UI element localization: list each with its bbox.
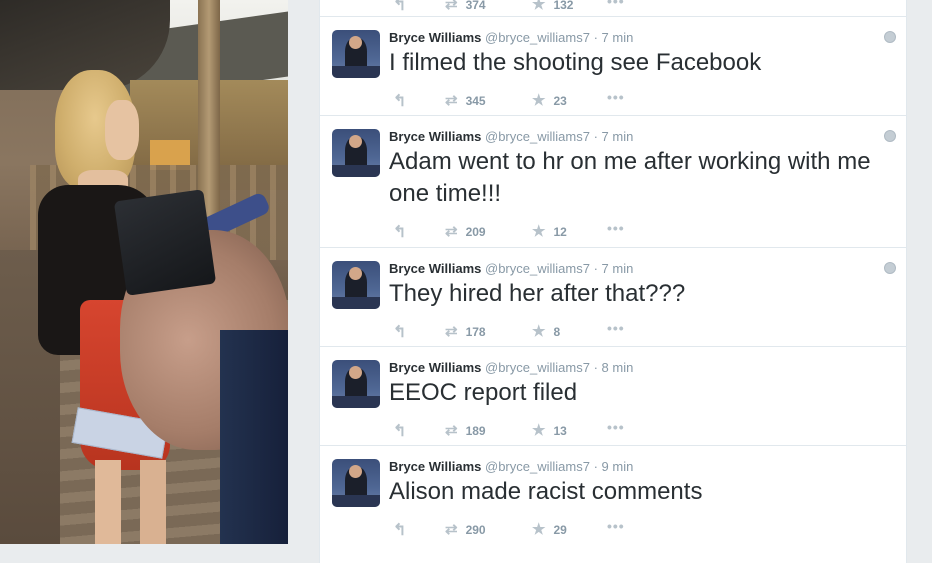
star-icon: ★	[532, 422, 546, 439]
tweet-text: Alison made racist comments	[389, 478, 703, 505]
globe-icon	[884, 130, 896, 142]
retweet-button[interactable]: ⇄ 178	[445, 322, 486, 340]
tweet-timeline: ↰ ⇄ 374 ★ 132 ••• Bryce Williams @bryce_wi…	[319, 0, 907, 563]
favorite-button[interactable]: ★ 13	[532, 421, 567, 439]
tweet-header: Bryce Williams @bryce_williams7 · 7 min	[389, 128, 633, 146]
star-icon: ★	[532, 521, 546, 538]
favorite-button[interactable]: ★ 23	[532, 91, 567, 109]
favorite-button[interactable]: ★ 8	[532, 322, 560, 340]
favorite-count: 13	[553, 424, 567, 438]
favorite-count: 132	[553, 0, 574, 12]
reply-icon[interactable]: ↰	[393, 421, 406, 441]
reply-icon[interactable]: ↰	[393, 520, 406, 540]
more-icon[interactable]: •••	[607, 518, 625, 534]
retweet-count: 178	[465, 325, 486, 339]
retweet-button[interactable]: ⇄ 209	[445, 222, 486, 240]
tweet[interactable]: Bryce Williams @bryce_williams7 · 7 min …	[320, 248, 906, 347]
retweet-count: 209	[465, 225, 486, 239]
star-icon: ★	[532, 323, 546, 340]
tweet-text: Adam went to hr on me after working with…	[389, 148, 871, 207]
tweet-text: EEOC report filed	[389, 379, 578, 406]
favorite-button[interactable]: ★ 12	[532, 222, 567, 240]
timestamp[interactable]: 7 min	[602, 129, 634, 144]
timestamp[interactable]: 9 min	[602, 459, 634, 474]
retweet-icon: ⇄	[445, 0, 458, 13]
tweet[interactable]: Bryce Williams @bryce_williams7 · 7 min …	[320, 17, 906, 116]
user-handle[interactable]: @bryce_williams7	[485, 129, 590, 144]
avatar[interactable]	[332, 30, 380, 78]
reply-icon[interactable]: ↰	[393, 0, 406, 15]
reply-icon[interactable]: ↰	[393, 222, 406, 242]
retweet-count: 290	[465, 523, 486, 537]
favorite-count: 23	[553, 94, 567, 108]
retweet-icon: ⇄	[445, 92, 458, 109]
favorite-button[interactable]: ★ 132	[532, 0, 573, 13]
retweet-count: 189	[465, 424, 486, 438]
tweet-header: Bryce Williams @bryce_williams7 · 7 min	[389, 260, 633, 278]
retweet-icon: ⇄	[445, 521, 458, 538]
user-handle[interactable]: @bryce_williams7	[485, 30, 590, 45]
avatar[interactable]	[332, 459, 380, 507]
tweet-header: Bryce Williams @bryce_williams7 · 7 min	[389, 29, 633, 47]
retweet-icon: ⇄	[445, 323, 458, 340]
separator: ·	[593, 261, 598, 276]
separator: ·	[593, 30, 598, 45]
retweet-button[interactable]: ⇄ 374	[445, 0, 486, 13]
display-name[interactable]: Bryce Williams	[389, 261, 481, 276]
globe-icon	[884, 262, 896, 274]
more-icon[interactable]: •••	[607, 220, 625, 236]
retweet-icon: ⇄	[445, 422, 458, 439]
favorite-count: 12	[553, 225, 567, 239]
retweet-button[interactable]: ⇄ 290	[445, 520, 486, 538]
tweet-partial: ↰ ⇄ 374 ★ 132 •••	[320, 0, 906, 17]
tweet[interactable]: Bryce Williams @bryce_williams7 · 7 min …	[320, 116, 906, 248]
globe-icon	[884, 31, 896, 43]
display-name[interactable]: Bryce Williams	[389, 129, 481, 144]
avatar[interactable]	[332, 360, 380, 408]
timestamp[interactable]: 8 min	[602, 360, 634, 375]
user-handle[interactable]: @bryce_williams7	[485, 261, 590, 276]
tweet-text: They hired her after that???	[389, 280, 686, 307]
more-icon[interactable]: •••	[607, 320, 625, 336]
more-icon[interactable]: •••	[607, 0, 625, 9]
favorite-count: 8	[553, 325, 561, 339]
retweet-button[interactable]: ⇄ 189	[445, 421, 486, 439]
star-icon: ★	[532, 92, 546, 109]
reply-icon[interactable]: ↰	[393, 322, 406, 342]
separator: ·	[593, 129, 598, 144]
display-name[interactable]: Bryce Williams	[389, 30, 481, 45]
tweet[interactable]: Bryce Williams @bryce_williams7 · 8 min …	[320, 347, 906, 446]
favorite-button[interactable]: ★ 29	[532, 520, 567, 538]
reply-icon[interactable]: ↰	[393, 91, 406, 111]
user-handle[interactable]: @bryce_williams7	[485, 459, 590, 474]
favorite-count: 29	[553, 523, 567, 537]
tweet-text: I filmed the shooting see Facebook	[389, 49, 762, 76]
timestamp[interactable]: 7 min	[602, 30, 634, 45]
display-name[interactable]: Bryce Williams	[389, 360, 481, 375]
more-icon[interactable]: •••	[607, 89, 625, 105]
avatar[interactable]	[332, 129, 380, 177]
tweet-header: Bryce Williams @bryce_williams7 · 9 min	[389, 458, 633, 476]
retweet-count: 374	[465, 0, 486, 12]
tweet[interactable]: Bryce Williams @bryce_williams7 · 9 min …	[320, 446, 906, 556]
star-icon: ★	[532, 0, 546, 13]
more-icon[interactable]: •••	[607, 419, 625, 435]
display-name[interactable]: Bryce Williams	[389, 459, 481, 474]
separator: ·	[593, 360, 598, 375]
star-icon: ★	[532, 223, 546, 240]
retweet-count: 345	[465, 94, 486, 108]
retweet-icon: ⇄	[445, 223, 458, 240]
retweet-button[interactable]: ⇄ 345	[445, 91, 486, 109]
avatar[interactable]	[332, 261, 380, 309]
tweet-header: Bryce Williams @bryce_williams7 · 8 min	[389, 359, 633, 377]
separator: ·	[593, 459, 598, 474]
user-handle[interactable]: @bryce_williams7	[485, 360, 590, 375]
video-still-image	[0, 0, 288, 544]
timestamp[interactable]: 7 min	[602, 261, 634, 276]
